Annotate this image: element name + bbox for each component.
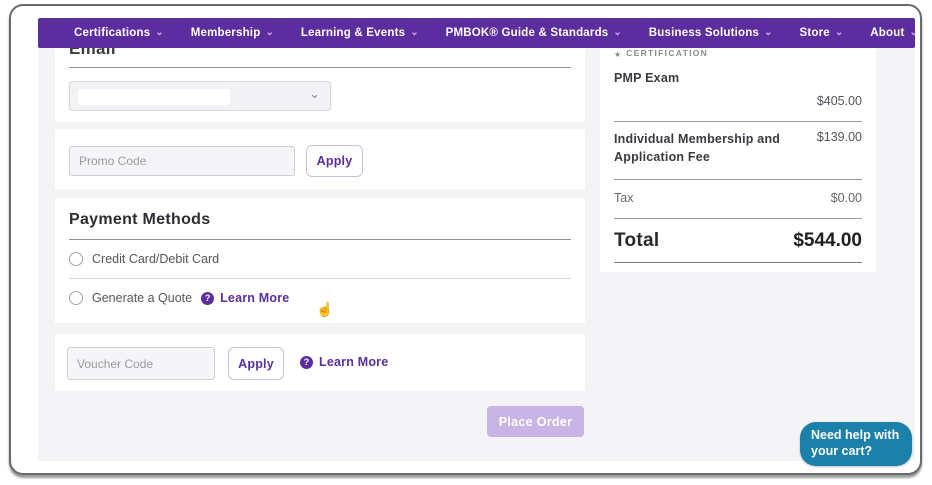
chevron-down-icon: ⌄ (309, 86, 320, 101)
voucher-code-input[interactable] (67, 347, 215, 380)
tax-value: $0.00 (830, 191, 862, 206)
chevron-down-icon: ⌄ (909, 26, 918, 38)
nav-about[interactable]: About ⌄ (870, 26, 918, 40)
tax-row: Tax $0.00 (614, 191, 862, 205)
nav-business-solutions-label: Business Solutions (648, 27, 760, 39)
divider (69, 278, 571, 279)
top-nav: Certifications ⌄ Membership ⌄ Learning &… (38, 18, 918, 48)
chevron-down-icon: ⌄ (265, 26, 274, 38)
quote-learn-more-link[interactable]: Learn More (220, 291, 289, 305)
nav-pmbok-guide[interactable]: PMBOK® Guide & Standards ⌄ (445, 26, 622, 40)
question-icon (201, 291, 215, 305)
total-label: Total (614, 230, 660, 252)
summary-item-row: Individual Membership and Application Fe… (614, 130, 862, 166)
star-icon (614, 48, 621, 62)
chevron-down-icon: ⌄ (764, 26, 773, 38)
cart-help-chat-button[interactable]: Need help with your cart? (800, 422, 912, 466)
nav-store-label: Store (799, 27, 830, 39)
divider (614, 262, 862, 264)
terms-prefix: By clicking "Place Order" or "Generate Q… (614, 271, 850, 272)
divider (614, 179, 862, 181)
nav-certifications[interactable]: Certifications ⌄ (74, 26, 164, 40)
credit-card-label: Credit Card/Debit Card (92, 252, 220, 266)
radio-generate-quote[interactable] (69, 291, 83, 305)
nav-business-solutions[interactable]: Business Solutions ⌄ (648, 26, 773, 40)
voucher-learn-more[interactable]: Learn More (300, 355, 388, 369)
place-order-button[interactable]: Place Order (487, 406, 584, 437)
total-value: $544.00 (793, 230, 862, 252)
tax-label: Tax (614, 191, 634, 206)
promo-section: Apply (55, 129, 585, 189)
cart-help-label: Need help with your cart? (811, 428, 900, 458)
promo-code-input[interactable] (69, 146, 295, 176)
generate-quote-label: Generate a Quote (92, 291, 193, 305)
terms-text: By clicking "Place Order" or "Generate Q… (614, 269, 862, 272)
email-select[interactable]: ⌄ (69, 81, 331, 111)
total-row: Total $544.00 (614, 230, 862, 252)
divider (614, 218, 862, 220)
nav-certifications-label: Certifications (74, 27, 151, 39)
divider (69, 239, 571, 240)
chevron-down-icon: ⌄ (613, 26, 622, 38)
summary-item-name: PMP Exam (614, 71, 680, 85)
question-icon (300, 355, 313, 369)
chevron-down-icon: ⌄ (155, 26, 164, 38)
promo-apply-button[interactable]: Apply (306, 145, 363, 177)
category-label: CERTIFICATION (626, 48, 709, 58)
nav-membership-label: Membership (190, 27, 261, 39)
summary-item-name: Individual Membership and Application Fe… (614, 132, 781, 165)
nav-learning-events-label: Learning & Events (300, 27, 406, 39)
summary-item-price: $139.00 (816, 130, 862, 144)
divider (614, 121, 862, 122)
email-section: Email ⌄ (55, 48, 585, 122)
payment-methods-heading: Payment Methods (69, 211, 211, 228)
nav-store[interactable]: Store ⌄ (799, 26, 844, 40)
browser-screenshot-frame: Certifications ⌄ Membership ⌄ Learning &… (9, 4, 922, 475)
chevron-down-icon: ⌄ (834, 26, 844, 38)
radio-credit-card[interactable] (69, 252, 83, 266)
chevron-down-icon: ⌄ (410, 26, 419, 38)
mouse-cursor-icon: ☝ (316, 301, 334, 317)
category-row: CERTIFICATION (614, 48, 862, 62)
nav-about-label: About (870, 27, 905, 39)
email-heading: Email (69, 48, 116, 58)
summary-item-price: $405.00 (816, 94, 862, 108)
voucher-apply-button[interactable]: Apply (228, 347, 284, 380)
payment-option-credit-card[interactable]: Credit Card/Debit Card (69, 252, 571, 266)
quote-learn-more[interactable]: Learn More (201, 291, 289, 305)
email-value-redacted (78, 89, 230, 105)
order-summary: CERTIFICATION PMP Exam $405.00 Individua… (600, 48, 876, 272)
nav-pmbok-guide-label: PMBOK® Guide & Standards (445, 27, 609, 39)
voucher-learn-more-link[interactable]: Learn More (319, 355, 388, 369)
nav-learning-events[interactable]: Learning & Events ⌄ (300, 26, 419, 40)
nav-membership[interactable]: Membership ⌄ (190, 26, 274, 40)
divider (69, 67, 571, 68)
checkout-page: Email ⌄ Apply Payment Methods Credit Car… (38, 48, 915, 461)
voucher-section: Apply Learn More (55, 334, 585, 391)
